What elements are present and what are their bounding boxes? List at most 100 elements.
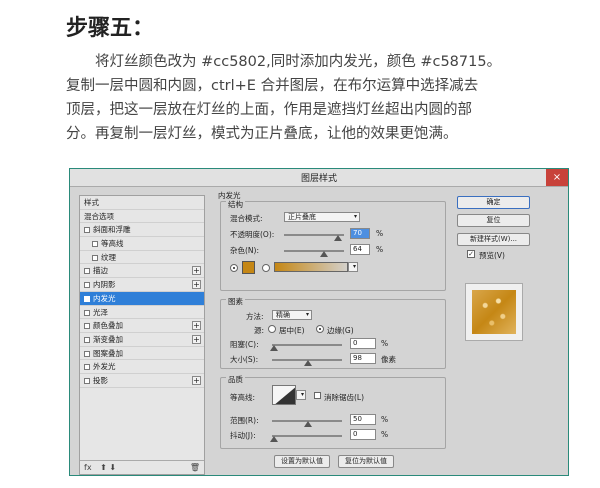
layer-style-dialog: 图层样式 × 样式 混合选项 斜面和浮雕 等高线 纹理 描边 + 内阴影 + 内发光 光泽 颜色叠加… (69, 168, 569, 476)
add-style-icon[interactable]: + (192, 334, 201, 344)
contour-label: 等高线: (230, 393, 256, 402)
technique-value: 精确 (276, 311, 290, 319)
reset-default-button[interactable]: 复位为默认值 (338, 455, 394, 468)
style-label: 渐变叠加 (93, 334, 123, 344)
style-label: 纹理 (101, 252, 116, 262)
style-checkbox[interactable] (92, 254, 98, 261)
add-style-icon[interactable]: + (192, 375, 201, 385)
antialias-label: 消除锯齿(L) (324, 393, 365, 402)
gradient-radio[interactable] (262, 264, 270, 272)
opacity-input[interactable]: 70 (350, 228, 370, 239)
add-style-icon[interactable]: + (192, 266, 201, 276)
opacity-slider-knob[interactable] (334, 235, 342, 241)
style-checkbox[interactable] (84, 323, 90, 330)
range-input[interactable]: 50 (350, 414, 376, 425)
choke-slider-knob[interactable] (270, 345, 278, 351)
style-checkbox[interactable] (84, 227, 90, 234)
make-default-button[interactable]: 设置为默认值 (274, 455, 330, 468)
size-unit: 像素 (381, 355, 396, 364)
new-style-button[interactable]: 新建样式(W)... (457, 233, 530, 246)
description-line: 将灯丝颜色改为 #cc5802,同时添加内发光，颜色 #c58715。 (66, 54, 502, 70)
style-checkbox[interactable] (84, 309, 90, 316)
style-checkbox[interactable] (84, 336, 90, 343)
technique-select[interactable]: 精确 ▾ (272, 310, 312, 320)
choke-slider[interactable] (272, 344, 342, 346)
source-center-radio[interactable] (268, 325, 276, 333)
styles-list-item[interactable]: 外发光 (80, 360, 204, 374)
styles-list-item[interactable]: 颜色叠加 + (80, 319, 204, 333)
styles-list-item[interactable]: 图案叠加 (80, 347, 204, 361)
gradient-preview[interactable] (274, 262, 348, 272)
gradient-dropdown[interactable]: ▾ (348, 262, 358, 272)
blend-mode-select[interactable]: 正片叠底 ▾ (284, 212, 360, 222)
chevron-down-icon: ▾ (300, 391, 304, 398)
style-label: 混合选项 (84, 211, 114, 221)
styles-list-item[interactable]: 等高线 (80, 237, 204, 251)
dialog-body: 样式 混合选项 斜面和浮雕 等高线 纹理 描边 + 内阴影 + 内发光 光泽 颜色叠加 + 渐变叠加 + 图… (70, 187, 568, 475)
style-label: 描边 (93, 266, 108, 276)
ok-button[interactable]: 确定 (457, 196, 530, 209)
jitter-slider-knob[interactable] (270, 436, 278, 442)
quality-title: 品质 (226, 374, 245, 385)
styles-list-item[interactable]: 内发光 (80, 291, 204, 306)
styles-list-item[interactable]: 纹理 (80, 251, 204, 265)
antialias-checkbox[interactable] (314, 392, 321, 399)
style-checkbox[interactable] (84, 377, 90, 384)
preview-checkbox[interactable]: ✓ (467, 250, 475, 258)
step-description: 将灯丝颜色改为 #cc5802,同时添加内发光，颜色 #c58715。 复制一层… (66, 50, 586, 146)
styles-list-item[interactable]: 描边 + (80, 264, 204, 279)
choke-label: 阻塞(C): (230, 340, 259, 349)
style-label: 光泽 (93, 307, 108, 317)
dialog-titlebar[interactable]: 图层样式 × (70, 169, 568, 187)
add-style-icon[interactable]: + (192, 321, 201, 331)
style-checkbox[interactable] (84, 295, 90, 302)
style-checkbox[interactable] (84, 282, 90, 289)
noise-slider-knob[interactable] (320, 251, 328, 257)
choke-input[interactable]: 0 (350, 338, 376, 349)
jitter-input[interactable]: 0 (350, 429, 376, 440)
styles-list-item[interactable]: 光泽 (80, 306, 204, 320)
style-checkbox[interactable] (92, 241, 98, 248)
choke-unit: % (381, 339, 389, 348)
preview-thumbnail (472, 290, 516, 334)
size-slider-knob[interactable] (304, 360, 312, 366)
range-slider-knob[interactable] (304, 421, 312, 427)
fx-icon[interactable]: fx (84, 463, 92, 472)
range-unit: % (381, 415, 389, 424)
styles-list-item[interactable]: 内阴影 + (80, 278, 204, 292)
styles-footer: fx ⬆ ⬇ 🗑 (80, 460, 204, 474)
styles-list-item[interactable]: 渐变叠加 + (80, 333, 204, 347)
style-checkbox[interactable] (84, 268, 90, 275)
size-input[interactable]: 98 (350, 353, 376, 364)
noise-input[interactable]: 64 (350, 244, 370, 255)
jitter-label: 抖动(J): (230, 431, 256, 440)
styles-list: 样式 混合选项 斜面和浮雕 等高线 纹理 描边 + 内阴影 + 内发光 光泽 颜色叠加 + 渐变叠加 + 图… (79, 195, 205, 475)
noise-slider[interactable] (284, 250, 344, 252)
trash-icon[interactable]: 🗑 (190, 461, 200, 474)
style-checkbox[interactable] (84, 350, 90, 357)
contour-picker[interactable] (272, 385, 296, 405)
style-label: 斜面和浮雕 (93, 225, 131, 235)
styles-list-item[interactable]: 投影 + (80, 374, 204, 388)
chevron-down-icon: ▾ (353, 213, 357, 220)
reset-button[interactable]: 复位 (457, 214, 530, 227)
style-preview (465, 283, 523, 341)
jitter-slider[interactable] (272, 435, 342, 437)
range-label: 范围(R): (230, 416, 259, 425)
styles-header[interactable]: 样式 (80, 196, 204, 210)
glow-color-swatch[interactable] (242, 261, 255, 274)
source-edge-radio[interactable] (316, 325, 324, 333)
style-label: 外发光 (93, 362, 116, 372)
style-label: 投影 (93, 375, 108, 385)
contour-dropdown[interactable]: ▾ (296, 390, 306, 400)
solid-color-radio[interactable] (230, 264, 238, 272)
description-line: 分。再复制一层灯丝，模式为正片叠底，让他的效果更饱满。 (66, 126, 458, 142)
close-button[interactable]: × (546, 169, 568, 186)
source-label: 源: (254, 326, 265, 335)
add-style-icon[interactable]: + (192, 280, 201, 290)
styles-list-item[interactable]: 斜面和浮雕 (80, 223, 204, 238)
style-checkbox[interactable] (84, 364, 90, 371)
chevron-down-icon: ▾ (352, 263, 356, 270)
styles-list-item[interactable]: 混合选项 (80, 210, 204, 224)
move-arrows-icon[interactable]: ⬆ ⬇ (100, 463, 116, 472)
